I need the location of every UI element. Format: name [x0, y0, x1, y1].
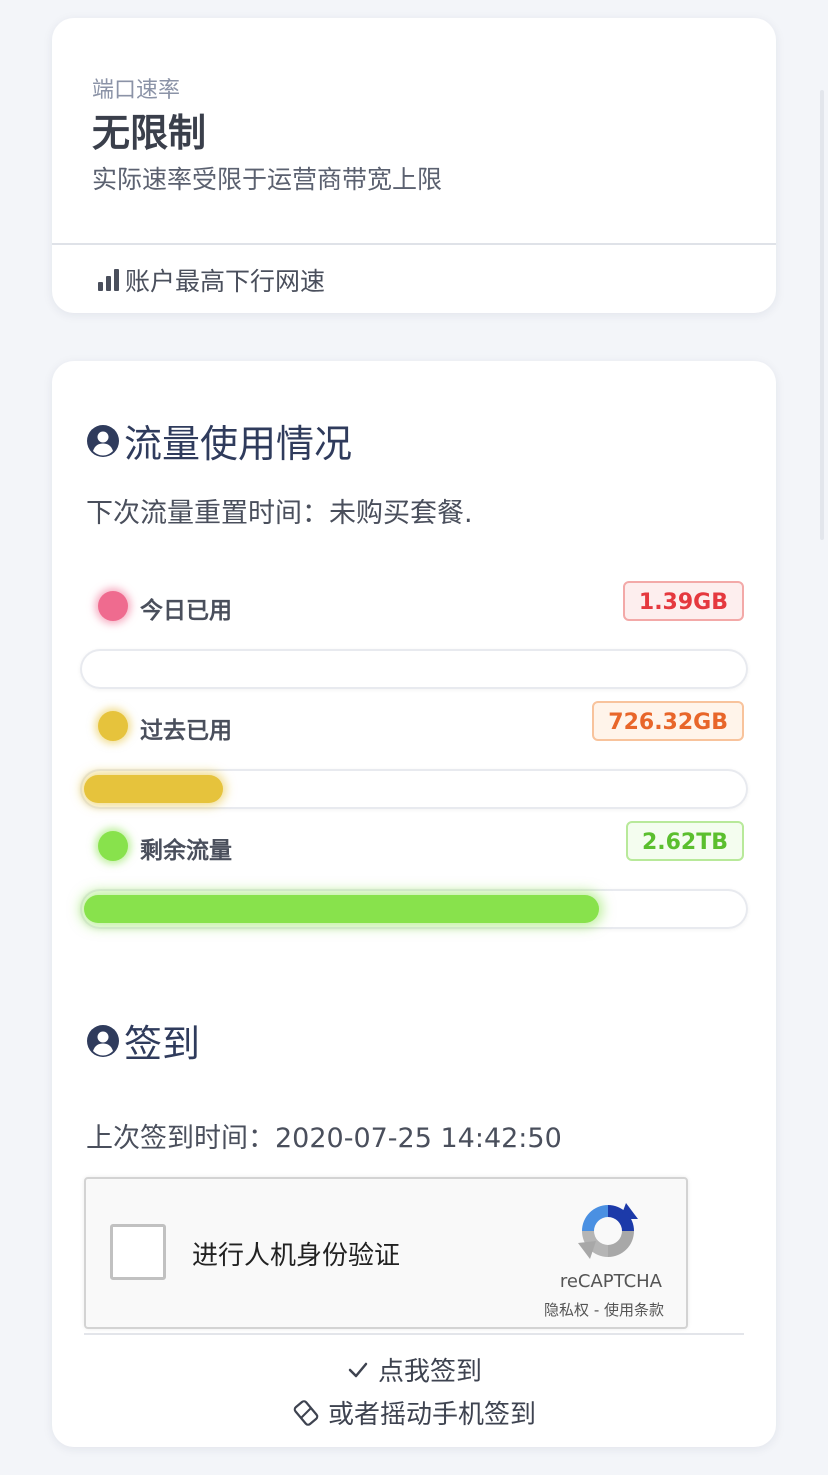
past-used-badge: 726.32GB — [592, 701, 744, 741]
port-speed-label: 端口速率 — [92, 78, 181, 103]
usage-row-today: 今日已用 1.39GB — [80, 581, 748, 631]
checkin-title-text: 签到 — [124, 1022, 201, 1066]
signal-bars-icon — [98, 269, 119, 291]
page-scrollbar[interactable] — [820, 90, 824, 540]
recaptcha-widget: 进行人机身份验证 reCAPTCHA 隐私权 - 使用条款 — [84, 1177, 688, 1329]
port-speed-card: 端口速率 无限制 实际速率受限于运营商带宽上限 账户最高下行网速 — [52, 18, 776, 313]
user-circle-icon — [87, 1024, 119, 1057]
past-used-progress — [80, 769, 748, 809]
check-icon — [348, 1362, 368, 1377]
checkin-button[interactable]: 点我签到 — [52, 1351, 776, 1389]
shake-phone-icon — [293, 1399, 319, 1426]
past-dot — [98, 711, 128, 741]
remaining-badge: 2.62TB — [625, 821, 744, 861]
remaining-fill — [84, 895, 599, 923]
usage-row-past: 过去已用 726.32GB — [80, 701, 748, 751]
today-used-progress — [80, 649, 748, 689]
card-divider — [52, 243, 776, 245]
traffic-card: 流量使用情况 下次流量重置时间：未购买套餐. 今日已用 1.39GB 过去已用 … — [52, 361, 776, 1447]
checkin-section-title: 签到 — [86, 1013, 200, 1068]
remaining-label: 剩余流量 — [140, 838, 232, 864]
user-circle-icon — [87, 424, 119, 457]
today-dot — [98, 591, 128, 621]
recaptcha-checkbox[interactable] — [110, 1224, 166, 1280]
traffic-section-title: 流量使用情况 — [86, 413, 352, 468]
recaptcha-logo-icon — [578, 1203, 638, 1259]
checkin-divider — [84, 1333, 744, 1335]
shake-checkin-hint[interactable]: 或者摇动手机签到 — [52, 1394, 776, 1434]
checkin-button-label: 点我签到 — [377, 1357, 482, 1387]
today-used-label: 今日已用 — [140, 598, 232, 624]
shake-checkin-label: 或者摇动手机签到 — [327, 1400, 536, 1430]
port-speed-value: 无限制 — [92, 111, 207, 155]
past-used-label: 过去已用 — [140, 718, 232, 744]
port-speed-footer: 账户最高下行网速 — [98, 262, 325, 298]
port-speed-description: 实际速率受限于运营商带宽上限 — [92, 165, 443, 194]
traffic-title-text: 流量使用情况 — [124, 422, 353, 466]
today-used-badge: 1.39GB — [622, 581, 744, 621]
usage-row-remaining: 剩余流量 2.62TB — [80, 821, 748, 871]
port-speed-footer-text: 账户最高下行网速 — [125, 267, 326, 296]
recaptcha-terms-link[interactable]: 隐私权 - 使用条款 — [544, 1299, 664, 1320]
recaptcha-label: 进行人机身份验证 — [192, 1241, 401, 1271]
remaining-progress — [80, 889, 748, 929]
reset-time-text: 下次流量重置时间：未购买套餐. — [86, 498, 473, 529]
remaining-dot — [98, 831, 128, 861]
recaptcha-brand: reCAPTCHA — [559, 1271, 662, 1292]
past-used-fill — [84, 775, 223, 803]
last-checkin-time: 上次签到时间：2020-07-25 14:42:50 — [86, 1123, 562, 1154]
